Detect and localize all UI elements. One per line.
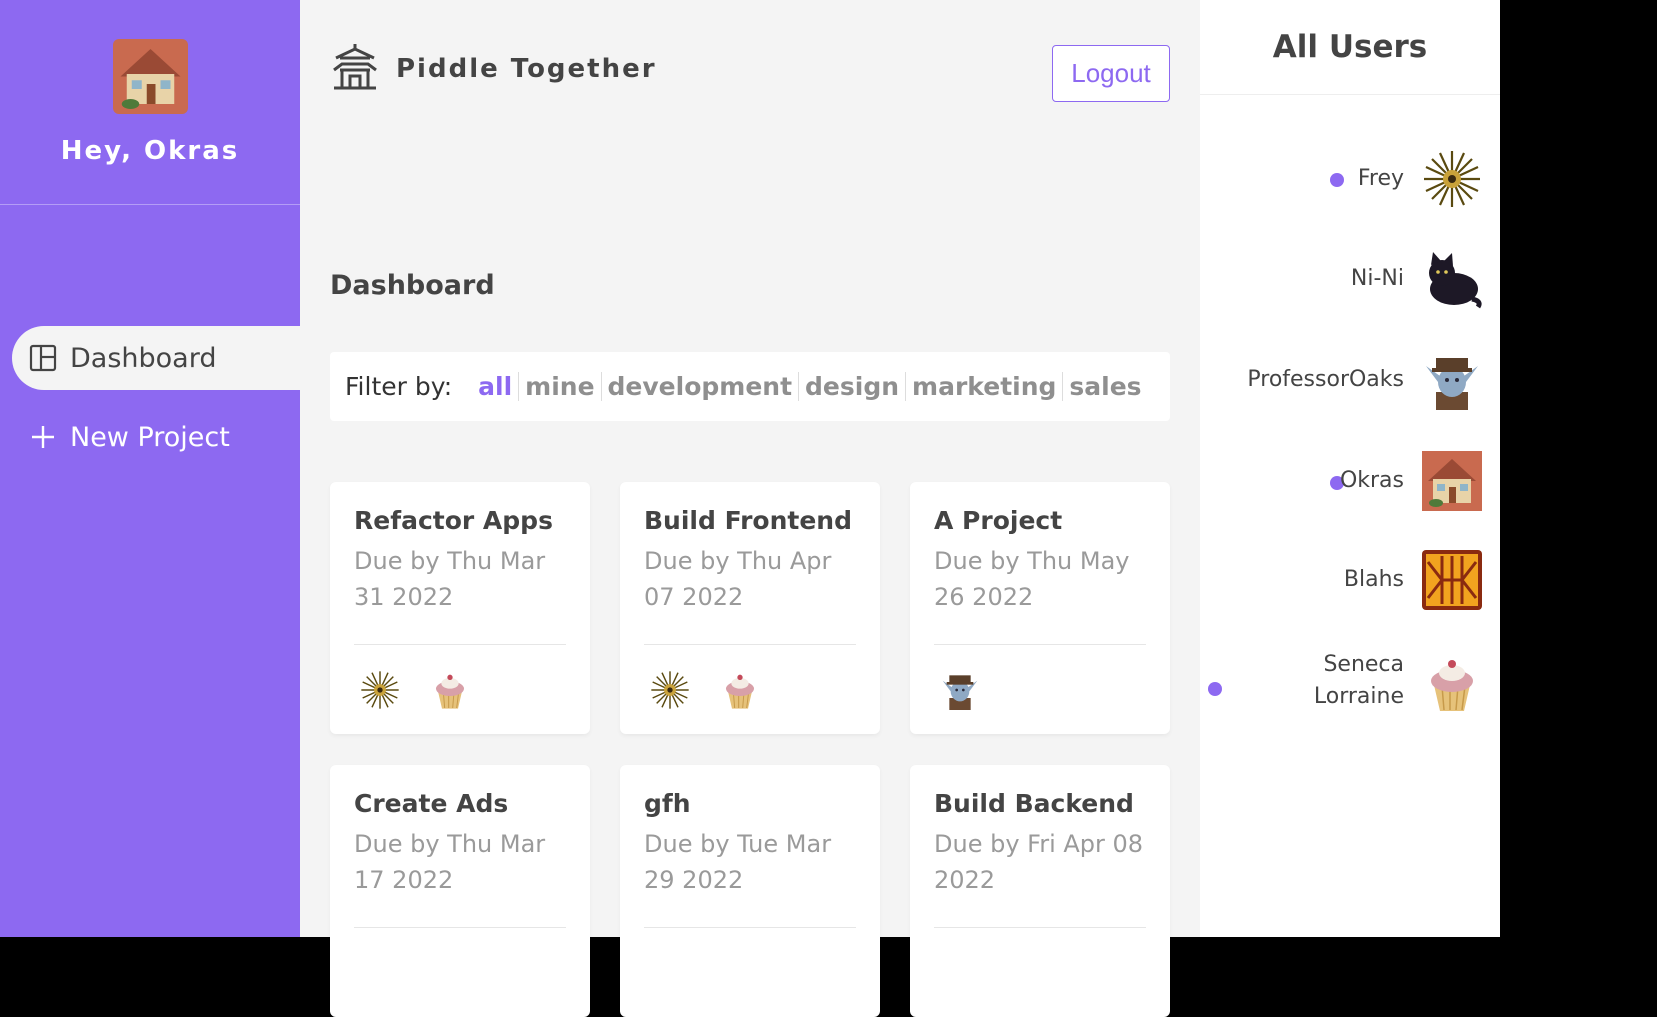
assignee-avatar <box>360 670 400 710</box>
card-divider <box>354 927 566 928</box>
assignee-avatar <box>650 670 690 710</box>
filter-bar: Filter by: all mine development design m… <box>330 352 1170 421</box>
user-list-item[interactable]: Ni-Ni <box>1200 246 1500 316</box>
project-assignees <box>940 670 980 710</box>
project-due-date: Due by Fri Apr 08 2022 <box>934 830 1144 894</box>
project-name: Build Backend <box>934 789 1134 818</box>
sidebar-item-label: New Project <box>70 421 230 453</box>
project-assignees <box>650 670 760 710</box>
assignee-avatar <box>430 670 470 710</box>
sidebar: Hey, Okras Dashboard New Project <box>0 0 300 937</box>
filter-option-marketing[interactable]: marketing <box>906 372 1064 401</box>
card-divider <box>644 927 856 928</box>
card-divider <box>934 644 1146 645</box>
project-card[interactable]: Build Backend Due by Fri Apr 08 2022 <box>910 765 1170 1017</box>
users-panel: All Users Frey Ni-Ni ProfessorOaks Okras… <box>1200 0 1500 937</box>
user-name: ProfessorOaks <box>1247 367 1404 392</box>
user-name: Okras <box>1339 468 1404 493</box>
user-list-item[interactable]: Frey <box>1200 146 1500 216</box>
assignee-avatar <box>940 670 980 710</box>
project-card[interactable]: Build Frontend Due by Thu Apr 07 2022 <box>620 482 880 734</box>
project-due-date: Due by Thu May 26 2022 <box>934 547 1130 611</box>
app-root: Hey, Okras Dashboard New Project Piddle … <box>0 0 1500 1017</box>
project-name: A Project <box>934 506 1063 535</box>
users-panel-title: All Users <box>1200 0 1500 95</box>
project-name: Refactor Apps <box>354 506 553 535</box>
assignee-avatar <box>720 670 760 710</box>
user-list-item[interactable]: ProfessorOaks <box>1200 347 1500 417</box>
card-divider <box>934 927 1146 928</box>
project-assignees <box>360 670 470 710</box>
page-title: Dashboard <box>330 270 495 301</box>
filter-option-sales[interactable]: sales <box>1063 372 1147 401</box>
card-divider <box>644 644 856 645</box>
logout-button[interactable]: Logout <box>1052 45 1170 102</box>
project-card[interactable]: Create Ads Due by Thu Mar 17 2022 <box>330 765 590 1017</box>
layout-icon <box>28 343 58 373</box>
user-list-item[interactable]: Blahs <box>1200 547 1500 617</box>
user-avatar <box>1422 549 1482 611</box>
filter-option-all[interactable]: all <box>472 372 520 401</box>
user-name: Blahs <box>1343 567 1404 592</box>
temple-icon <box>330 42 380 96</box>
user-list-item[interactable]: Okras <box>1200 446 1500 516</box>
online-indicator <box>1330 173 1344 187</box>
filter-label: Filter by: <box>345 372 453 401</box>
user-avatar <box>1422 652 1482 714</box>
card-divider <box>354 644 566 645</box>
filter-option-mine[interactable]: mine <box>519 372 602 401</box>
project-name: Build Frontend <box>644 506 852 535</box>
user-avatar <box>1422 248 1482 310</box>
plus-icon <box>28 422 58 452</box>
user-name: Frey <box>1357 166 1404 191</box>
project-card[interactable]: Refactor Apps Due by Thu Mar 31 2022 <box>330 482 590 734</box>
brand-name: Piddle Together <box>396 54 657 84</box>
filter-option-development[interactable]: development <box>602 372 800 401</box>
project-card[interactable]: A Project Due by Thu May 26 2022 <box>910 482 1170 734</box>
project-name: Create Ads <box>354 789 509 818</box>
project-due-date: Due by Thu Mar 31 2022 <box>354 547 546 611</box>
user-name: Ni-Ni <box>1350 266 1404 291</box>
user-avatar <box>1422 349 1482 411</box>
user-avatar <box>1422 450 1482 512</box>
project-due-date: Due by Thu Apr 07 2022 <box>644 547 832 611</box>
user-name: Seneca Lorraine <box>1313 652 1404 709</box>
user-avatar <box>1422 148 1482 210</box>
project-due-date: Due by Tue Mar 29 2022 <box>644 830 832 894</box>
user-list-item[interactable]: Seneca Lorraine <box>1200 649 1500 729</box>
project-card[interactable]: gfh Due by Tue Mar 29 2022 <box>620 765 880 1017</box>
sidebar-item-new-project[interactable]: New Project <box>12 405 300 469</box>
sidebar-item-dashboard[interactable]: Dashboard <box>12 326 300 390</box>
online-indicator <box>1208 682 1222 696</box>
project-name: gfh <box>644 789 691 818</box>
current-user-avatar <box>113 39 188 114</box>
greeting: Hey, Okras <box>60 136 240 166</box>
sidebar-item-label: Dashboard <box>70 342 217 374</box>
filter-option-design[interactable]: design <box>799 372 907 401</box>
brand: Piddle Together <box>330 42 657 96</box>
project-due-date: Due by Thu Mar 17 2022 <box>354 830 546 894</box>
